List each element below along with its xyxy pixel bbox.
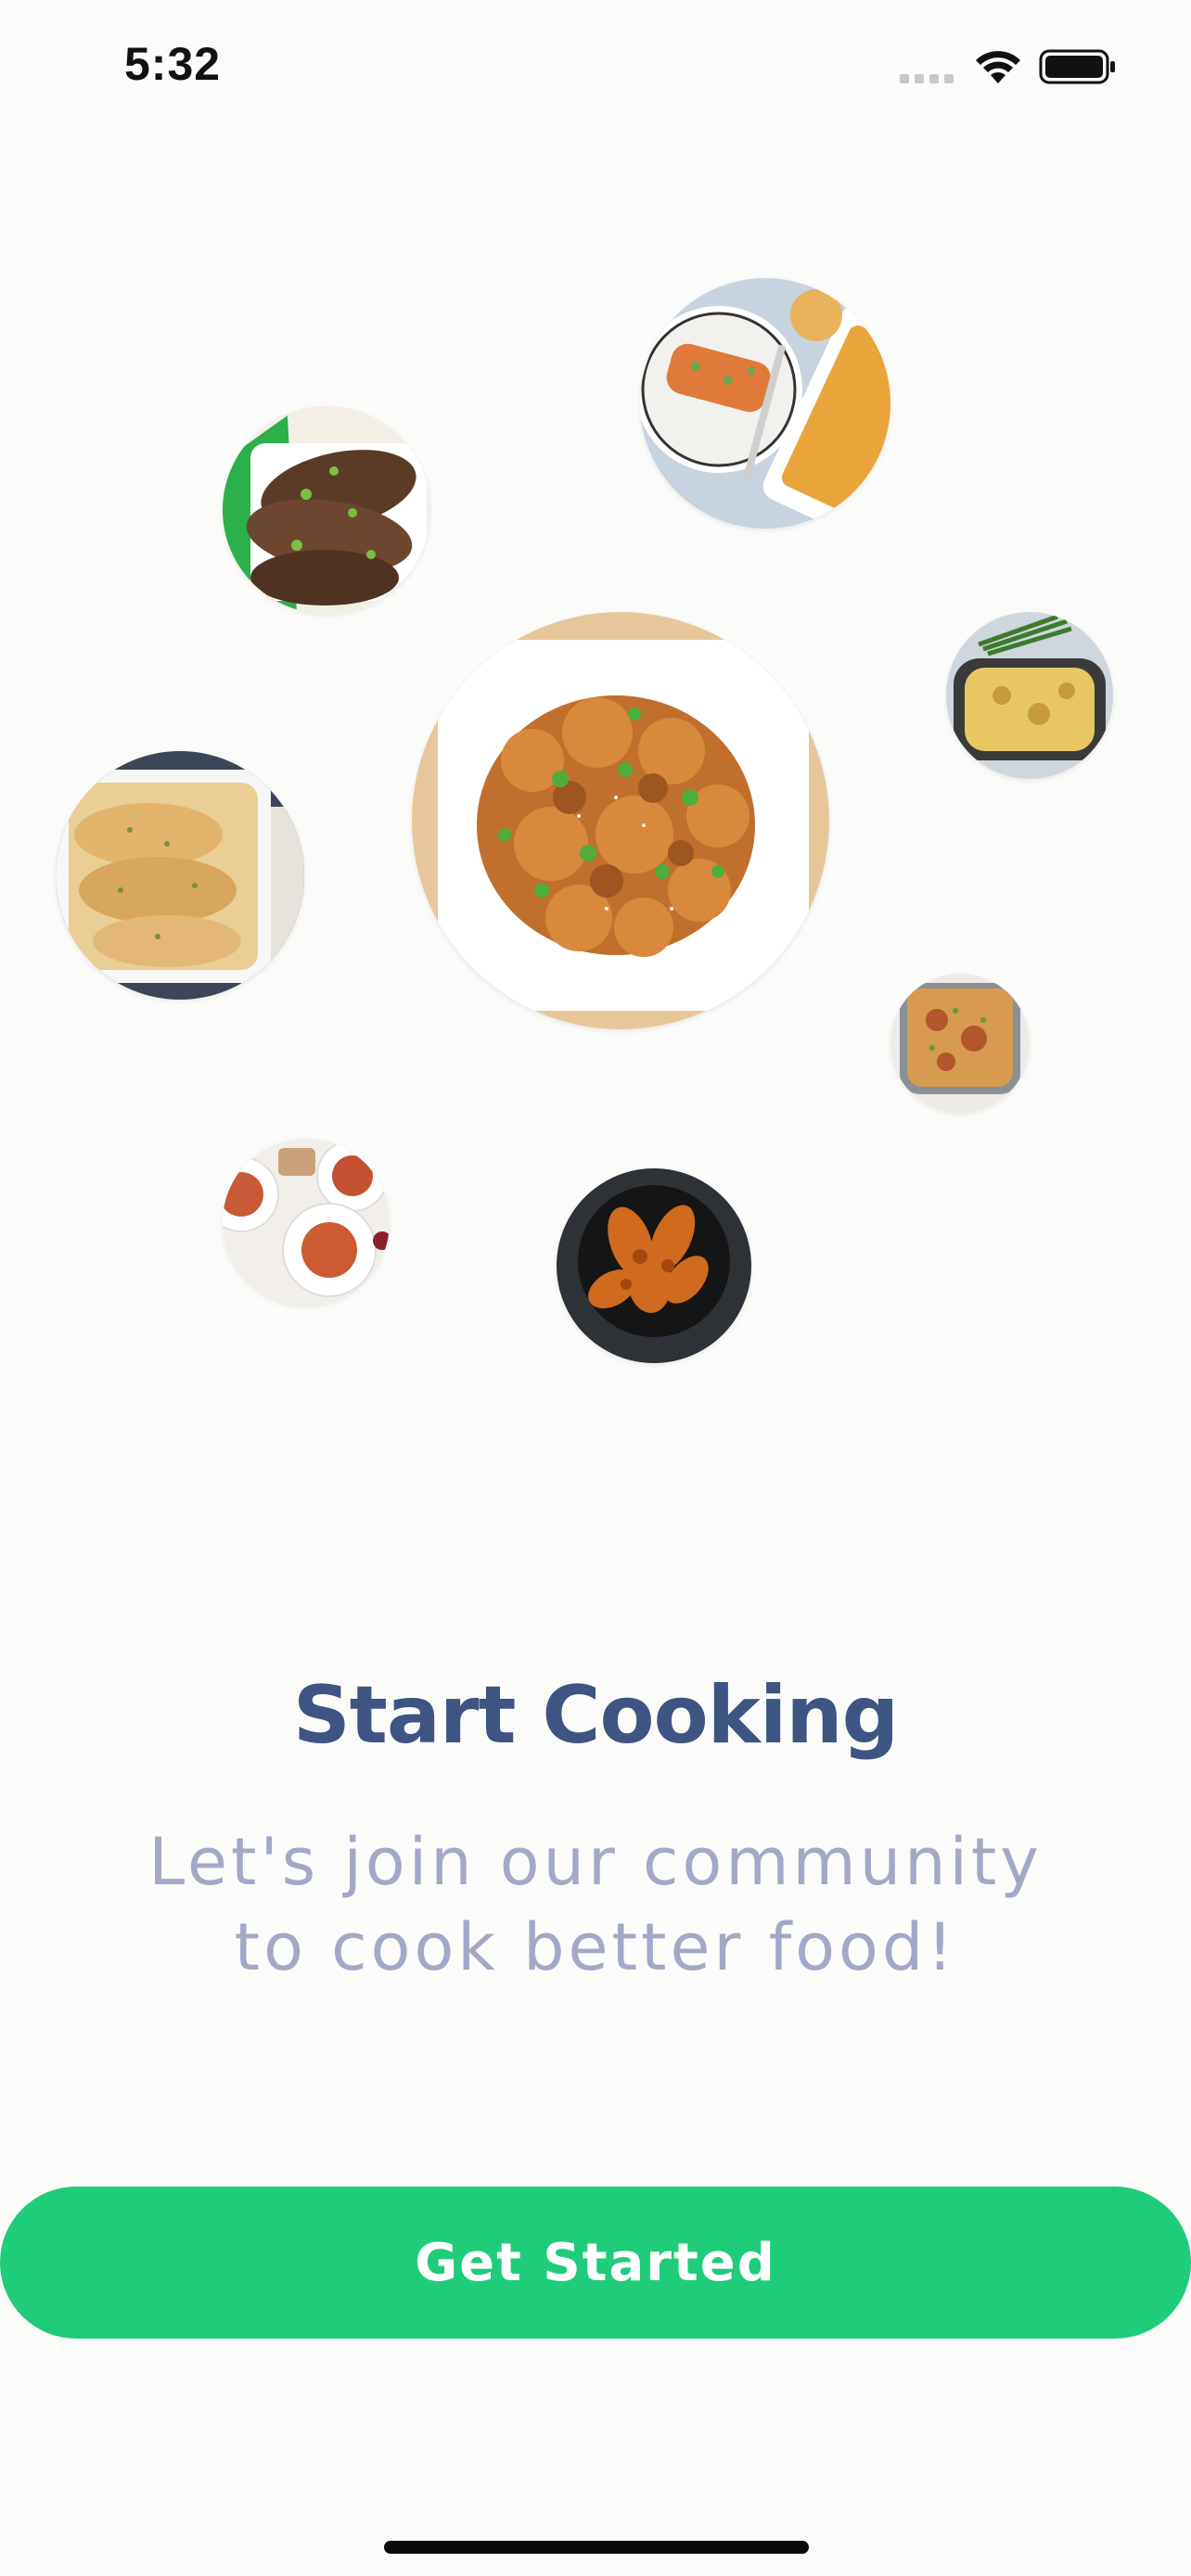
page-subtitle: Let's join our community to cook better … bbox=[83, 1819, 1108, 1990]
food-photo-grilled-eggplant bbox=[223, 406, 430, 614]
status-bar: 5:32 bbox=[0, 0, 1191, 130]
food-photo-casserole-green-beans bbox=[946, 612, 1113, 779]
status-time: 5:32 bbox=[124, 38, 222, 90]
wifi-icon bbox=[976, 51, 1020, 83]
food-photo-lasagna bbox=[890, 974, 1030, 1113]
cellular-signal-icon bbox=[900, 74, 954, 83]
food-photo-plated-pasta bbox=[223, 1139, 390, 1306]
home-indicator[interactable] bbox=[384, 2541, 809, 2554]
food-photo-chicken-wings bbox=[557, 1168, 751, 1363]
get-started-button[interactable]: Get Started bbox=[0, 2187, 1191, 2339]
subtitle-line-1: Let's join our community bbox=[148, 1824, 1043, 1900]
food-photo-baked-chicken bbox=[56, 751, 304, 1000]
page-title: Start Cooking bbox=[292, 1669, 899, 1762]
food-photo-sesame-chicken bbox=[412, 612, 829, 1029]
food-photo-enchiladas bbox=[640, 278, 890, 529]
subtitle-line-2: to cook better food! bbox=[234, 1909, 957, 1985]
battery-icon bbox=[1039, 49, 1115, 84]
